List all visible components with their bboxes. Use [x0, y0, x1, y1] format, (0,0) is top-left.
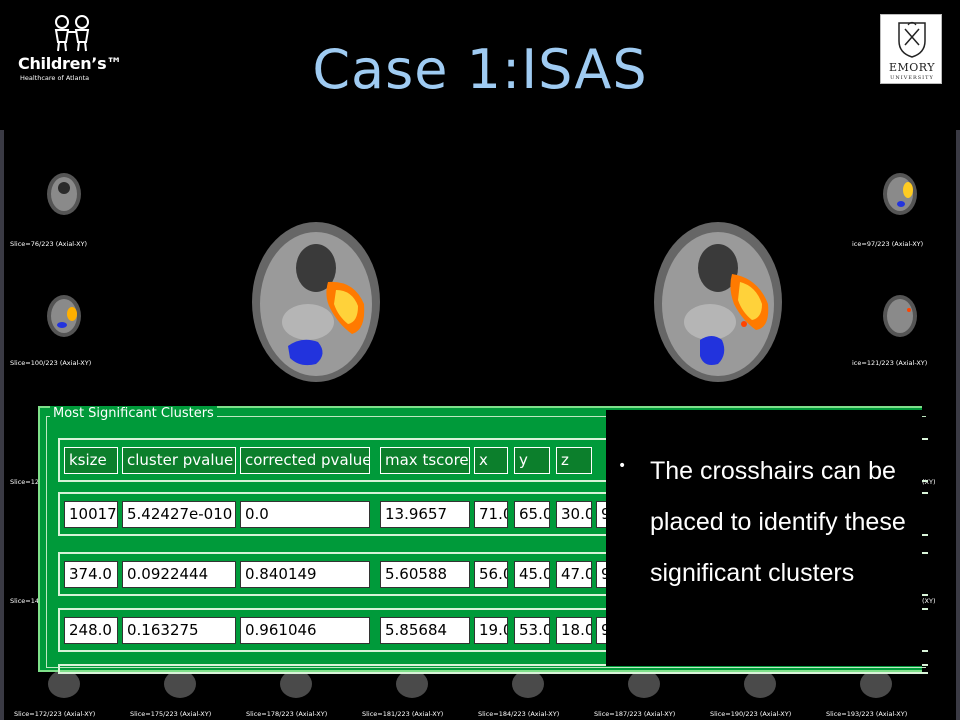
- slice-label: Slice=187/223 (Axial-XY): [594, 710, 676, 718]
- x-value[interactable]: 19.0: [474, 617, 508, 644]
- slice-label: Slice=172/223 (Axial-XY): [14, 710, 96, 718]
- max-tscore-value[interactable]: 5.85684: [380, 617, 470, 644]
- slide: Children’s™ Healthcare of Atlanta EMORY …: [0, 0, 960, 720]
- x-value[interactable]: 56.0: [474, 561, 508, 588]
- brain-thumbnail: [883, 173, 917, 215]
- column-header: x: [474, 447, 508, 474]
- brain-thumbnail: [47, 295, 81, 337]
- y-value[interactable]: 53.0: [514, 617, 550, 644]
- corrected-pvalue-value[interactable]: 0.0: [240, 501, 370, 528]
- slice-label: Slice=193/223 (Axial-XY): [826, 710, 908, 718]
- column-header: corrected pvalue: [240, 447, 370, 474]
- max-tscore-value[interactable]: 5.60588: [380, 561, 470, 588]
- x-value[interactable]: 71.0: [474, 501, 508, 528]
- column-header: y: [514, 447, 550, 474]
- slice-label: Slice=76/223 (Axial-XY): [10, 240, 88, 248]
- max-tscore-value[interactable]: 13.9657: [380, 501, 470, 528]
- slice-label: ice=97/223 (Axial-XY): [852, 240, 924, 248]
- right-edge-bar: [956, 130, 960, 720]
- slice-label: Slice=184/223 (Axial-XY): [478, 710, 560, 718]
- y-value[interactable]: 45.0: [514, 561, 550, 588]
- brain-thumbnail: [883, 295, 917, 337]
- left-edge-bar: [0, 130, 4, 720]
- z-value[interactable]: 47.0: [556, 561, 592, 588]
- slice-label: Slice=181/223 (Axial-XY): [362, 710, 444, 718]
- brain-thumbnail: [47, 173, 81, 215]
- z-value[interactable]: 30.0: [556, 501, 592, 528]
- slice-label: Slice=14: [10, 597, 40, 605]
- bullet-marker: •: [618, 458, 627, 474]
- column-header: max tscore: [380, 447, 470, 474]
- ksize-value[interactable]: 374.0: [64, 561, 118, 588]
- column-header: ksize: [64, 447, 118, 474]
- slice-label: Slice=100/223 (Axial-XY): [10, 359, 92, 367]
- y-value[interactable]: 65.0: [514, 501, 550, 528]
- slice-label: Slice=12: [10, 478, 40, 486]
- slice-label: Slice=190/223 (Axial-XY): [710, 710, 792, 718]
- slice-label: ice=121/223 (Axial-XY): [852, 359, 928, 367]
- z-value[interactable]: 18.0: [556, 617, 592, 644]
- slice-label: Slice=175/223 (Axial-XY): [130, 710, 212, 718]
- ksize-value[interactable]: 248.0: [64, 617, 118, 644]
- corrected-pvalue-value[interactable]: 0.840149: [240, 561, 370, 588]
- corrected-pvalue-value[interactable]: 0.961046: [240, 617, 370, 644]
- brain-axial-image-right: [654, 222, 782, 382]
- column-header: cluster pvalue: [122, 447, 236, 474]
- bottom-thumbnail-strip: [48, 672, 892, 698]
- callout-text: The crosshairs can be placed to identify…: [650, 457, 906, 587]
- brain-axial-image-left: [252, 222, 380, 382]
- slice-label: Slice=178/223 (Axial-XY): [246, 710, 328, 718]
- slide-title: Case 1:ISAS: [312, 38, 648, 101]
- column-header: z: [556, 447, 592, 474]
- ksize-value[interactable]: 10017: [64, 501, 118, 528]
- cluster-pvalue-value[interactable]: 0.0922444: [122, 561, 236, 588]
- cluster-pvalue-value[interactable]: 5.42427e-010: [122, 501, 236, 528]
- bullet-callout: • The crosshairs can be placed to identi…: [606, 410, 922, 666]
- clusters-legend: Most Significant Clusters: [50, 406, 217, 421]
- cluster-pvalue-value[interactable]: 0.163275: [122, 617, 236, 644]
